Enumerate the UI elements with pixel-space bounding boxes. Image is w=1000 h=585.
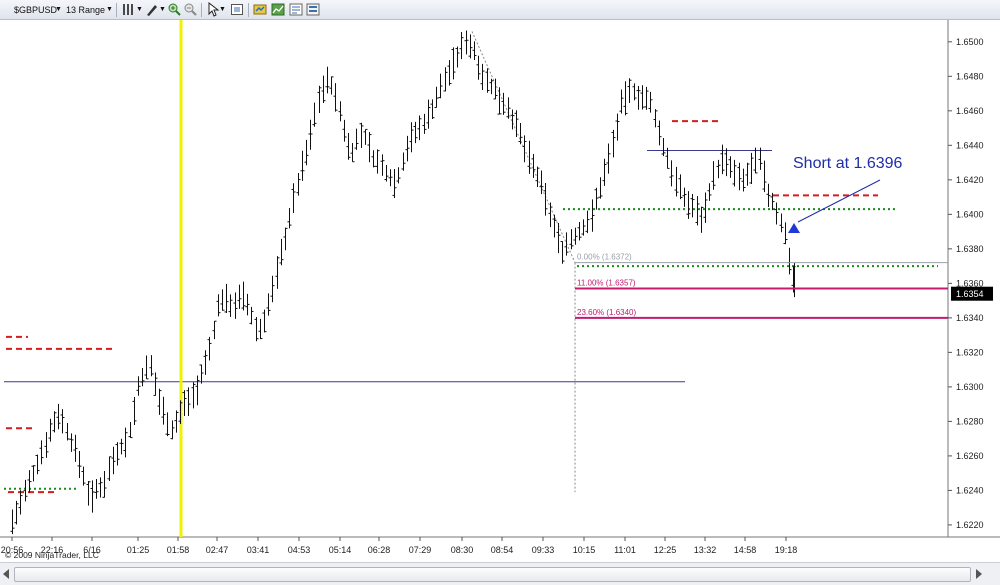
- chart-trader-icon[interactable]: [306, 2, 320, 17]
- fib-level-label: 11.00% (1.6357): [577, 279, 636, 288]
- price-tick-label: 1.6340: [956, 313, 984, 323]
- price-tick-label: 1.6280: [956, 416, 984, 426]
- time-tick-label: 03:41: [247, 545, 270, 555]
- time-tick-label: 14:58: [734, 545, 757, 555]
- copyright-text: © 2009 NinjaTrader, LLC: [5, 550, 99, 560]
- price-tick-label: 1.6480: [956, 71, 984, 81]
- zoom-out-icon[interactable]: [183, 2, 197, 17]
- indicators-icon[interactable]: [271, 2, 285, 17]
- pointer-dropdown-icon[interactable]: ▼: [219, 3, 226, 17]
- time-tick-label: 08:30: [451, 545, 474, 555]
- price-tick-label: 1.6380: [956, 244, 984, 254]
- period-selector[interactable]: 13 Range: [66, 3, 105, 17]
- horizontal-scrollbar[interactable]: [0, 562, 1000, 585]
- chart-toolbar: $GBPUSD ▼ 13 Range ▼ ▼ ▼ ▼: [0, 0, 1000, 20]
- scrollbar-thumb[interactable]: [14, 567, 971, 582]
- price-tick-label: 1.6320: [956, 347, 984, 357]
- time-tick-label: 01:25: [127, 545, 150, 555]
- price-tick-label: 1.6500: [956, 37, 984, 47]
- time-tick-label: 09:33: [532, 545, 555, 555]
- time-tick-label: 06:28: [368, 545, 391, 555]
- price-chart[interactable]: 1.6500 1.6480 1.6460 1.6440 1.6420 1.6400 1.63…: [0, 20, 1000, 560]
- instrument-selector[interactable]: $GBPUSD: [14, 3, 57, 17]
- scroll-right-icon[interactable]: [976, 569, 982, 579]
- time-tick-label: 07:29: [409, 545, 432, 555]
- properties-icon[interactable]: [289, 2, 303, 17]
- instrument-dropdown-icon[interactable]: ▼: [55, 3, 62, 17]
- current-price-label: 1.6354: [956, 289, 984, 299]
- price-tick-label: 1.6440: [956, 140, 984, 150]
- price-tick-label: 1.6420: [956, 175, 984, 185]
- zoom-in-icon[interactable]: [167, 2, 181, 17]
- annotation-text: Short at 1.6396: [793, 155, 903, 172]
- time-tick-label: 11:01: [614, 545, 636, 555]
- price-tick-label: 1.6220: [956, 520, 984, 530]
- time-tick-label: 10:15: [573, 545, 596, 555]
- time-tick-label: 12:25: [654, 545, 677, 555]
- time-tick-label: 02:47: [206, 545, 229, 555]
- time-tick-label: 13:32: [694, 545, 717, 555]
- fib-level-label: 23.60% (1.6340): [577, 308, 636, 317]
- price-tick-label: 1.6300: [956, 382, 984, 392]
- scroll-left-icon[interactable]: [3, 569, 9, 579]
- price-tick-label: 1.6400: [956, 209, 984, 219]
- bar-style-dropdown-icon[interactable]: ▼: [136, 3, 143, 17]
- price-tick-label: 1.6260: [956, 451, 984, 461]
- fib-level-label: 0.00% (1.6372): [577, 253, 632, 262]
- strategy-icon[interactable]: [253, 2, 267, 17]
- drawing-tool-icon[interactable]: [145, 2, 159, 17]
- pointer-icon[interactable]: [206, 2, 220, 17]
- price-tick-label: 1.6460: [956, 106, 984, 116]
- time-tick-label: 01:58: [167, 545, 190, 555]
- data-box-icon[interactable]: [230, 2, 244, 17]
- period-dropdown-icon[interactable]: ▼: [106, 3, 113, 17]
- time-tick-label: 04:53: [288, 545, 311, 555]
- time-tick-label: 19:18: [775, 545, 798, 555]
- chart-canvas[interactable]: 1.6500 1.6480 1.6460 1.6440 1.6420 1.6400 1.63…: [0, 20, 1000, 560]
- time-tick-label: 08:54: [491, 545, 514, 555]
- time-tick-label: 05:14: [329, 545, 352, 555]
- drawing-dropdown-icon[interactable]: ▼: [159, 3, 166, 17]
- price-tick-label: 1.6240: [956, 485, 984, 495]
- bar-style-icon[interactable]: [121, 2, 135, 17]
